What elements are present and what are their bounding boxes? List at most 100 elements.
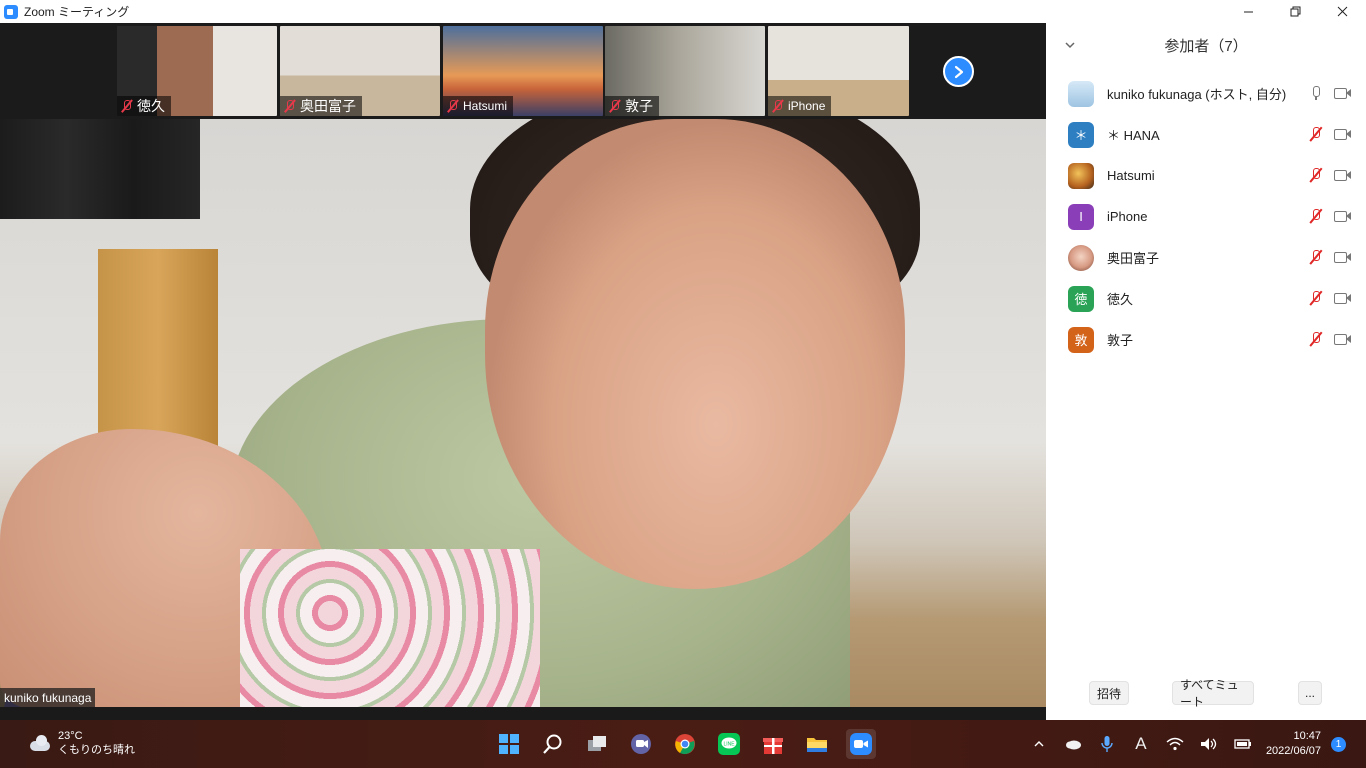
chat-button[interactable] xyxy=(626,729,656,759)
mute-all-button[interactable]: すべてミュート xyxy=(1172,678,1254,709)
video-person-face xyxy=(485,119,905,589)
avatar: ＊ xyxy=(1068,121,1094,148)
chevron-up-icon[interactable] xyxy=(1028,733,1050,755)
avatar: I xyxy=(1068,203,1094,230)
avatar: 敦 xyxy=(1068,326,1094,353)
cloud-sun-icon xyxy=(28,735,52,751)
muted-mic-icon[interactable] xyxy=(1308,167,1324,183)
start-button[interactable] xyxy=(494,729,524,759)
video-thumbnail[interactable]: iPhone xyxy=(768,26,909,116)
teams-chat-icon xyxy=(631,734,651,754)
system-tray: A 10:47 2022/06/07 1 xyxy=(1028,720,1366,768)
muted-mic-icon[interactable] xyxy=(1308,249,1324,265)
windows-start-icon xyxy=(499,734,519,754)
gallery-next-button[interactable] xyxy=(943,56,974,87)
taskbar-apps: LINE xyxy=(494,729,876,759)
minimize-icon xyxy=(1244,11,1253,13)
microphone-icon[interactable] xyxy=(1096,733,1118,755)
weather-widget[interactable]: 23°C くもりのち晴れ xyxy=(28,729,135,757)
zoom-icon xyxy=(850,733,872,755)
chevron-right-icon xyxy=(954,65,963,78)
window-title: Zoom ミーティング xyxy=(24,5,130,19)
more-button[interactable]: ... xyxy=(1298,681,1322,705)
thumbnail-name: Hatsumi xyxy=(463,99,508,113)
camera-icon[interactable] xyxy=(1334,333,1352,345)
muted-mic-icon xyxy=(284,99,296,113)
invite-button[interactable]: 招待 xyxy=(1089,681,1129,705)
participant-row[interactable]: ＊ ＊ HANA xyxy=(1046,114,1366,155)
video-thumbnail[interactable]: 徳久 xyxy=(117,26,277,116)
svg-text:LINE: LINE xyxy=(723,742,735,748)
close-button[interactable] xyxy=(1319,0,1366,23)
avatar-initial: I xyxy=(1079,209,1083,224)
file-explorer-icon xyxy=(807,738,827,752)
participant-name: ＊ HANA xyxy=(1107,128,1160,143)
volume-icon[interactable] xyxy=(1198,733,1220,755)
participant-name: Hatsumi xyxy=(1107,168,1155,183)
participant-name: iPhone xyxy=(1107,209,1148,224)
participant-name: kuniko fukunaga (ホスト, 自分) xyxy=(1107,87,1287,102)
camera-icon[interactable] xyxy=(1334,210,1352,222)
clock-date: 2022/06/07 xyxy=(1265,745,1321,757)
restore-icon xyxy=(1290,6,1301,17)
notification-badge[interactable]: 1 xyxy=(1331,736,1346,752)
camera-icon[interactable] xyxy=(1334,87,1352,99)
muted-mic-icon[interactable] xyxy=(1308,331,1324,347)
wifi-icon[interactable] xyxy=(1164,733,1186,755)
muted-mic-icon[interactable] xyxy=(1308,126,1324,142)
weather-temp: 23°C xyxy=(58,730,83,742)
onedrive-icon[interactable] xyxy=(1062,733,1084,755)
participant-row[interactable]: I iPhone xyxy=(1046,196,1366,237)
minimize-button[interactable] xyxy=(1225,0,1272,23)
chrome-button[interactable] xyxy=(670,729,700,759)
muted-mic-icon[interactable] xyxy=(1308,290,1324,306)
video-thumbnail[interactable]: 奥田富子 xyxy=(280,26,440,116)
ime-icon[interactable]: A xyxy=(1130,733,1152,755)
video-thumbnail[interactable]: Hatsumi xyxy=(443,26,603,116)
taskbar: 23°C くもりのち晴れ LINE A 10:47 2022/06/07 1 xyxy=(0,720,1366,768)
battery-icon[interactable] xyxy=(1232,733,1254,755)
gift-button[interactable] xyxy=(758,729,788,759)
avatar xyxy=(1068,244,1094,271)
chrome-icon xyxy=(675,734,695,755)
camera-icon[interactable] xyxy=(1334,128,1352,140)
camera-icon[interactable] xyxy=(1334,251,1352,263)
weather-condition: くもりのち晴れ xyxy=(58,744,135,756)
close-icon xyxy=(1337,6,1348,17)
clock-time: 10:47 xyxy=(1293,730,1321,742)
participant-row[interactable]: Hatsumi xyxy=(1046,155,1366,196)
muted-mic-icon[interactable] xyxy=(1308,208,1324,224)
video-area: 徳久 奥田富子 Hatsumi 敦子 iPhone kuniko fukunag… xyxy=(0,23,1046,707)
participant-list: kuniko fukunaga (ホスト, 自分) ＊ ＊ HANA Hatsu… xyxy=(1046,73,1366,360)
search-button[interactable] xyxy=(538,729,568,759)
muted-mic-icon xyxy=(772,99,784,113)
participant-name: 徳久 xyxy=(1107,292,1134,307)
participant-row[interactable]: 敦 敦子 xyxy=(1046,319,1366,360)
video-background-curtain xyxy=(0,119,200,219)
avatar-initial: ＊ xyxy=(1074,128,1088,143)
video-thumbnail[interactable]: 敦子 xyxy=(605,26,765,116)
avatar-initial: 徳 xyxy=(1074,292,1088,307)
muted-mic-icon xyxy=(609,99,621,113)
participant-row[interactable]: 徳 徳久 xyxy=(1046,278,1366,319)
participant-row[interactable]: 奥田富子 xyxy=(1046,237,1366,278)
microphone-icon[interactable] xyxy=(1308,85,1324,101)
avatar-initial: 敦 xyxy=(1074,333,1088,348)
zoom-taskbar-button[interactable] xyxy=(846,729,876,759)
camera-icon[interactable] xyxy=(1334,169,1352,181)
participant-name: 奥田富子 xyxy=(1107,251,1160,266)
participant-name: 敦子 xyxy=(1107,333,1134,348)
thumbnail-name: 徳久 xyxy=(137,98,165,114)
restore-button[interactable] xyxy=(1272,0,1319,23)
video-person-leg xyxy=(240,549,540,707)
task-view-button[interactable] xyxy=(582,729,612,759)
file-explorer-button[interactable] xyxy=(802,729,832,759)
line-button[interactable]: LINE xyxy=(714,729,744,759)
thumbnail-name: 敦子 xyxy=(625,98,653,114)
avatar xyxy=(1068,80,1094,107)
participants-title: 参加者（7） xyxy=(1164,38,1248,55)
participant-row[interactable]: kuniko fukunaga (ホスト, 自分) xyxy=(1046,73,1366,114)
zoom-icon xyxy=(4,4,18,19)
clock[interactable]: 10:47 2022/06/07 xyxy=(1266,729,1321,759)
camera-icon[interactable] xyxy=(1334,292,1352,304)
